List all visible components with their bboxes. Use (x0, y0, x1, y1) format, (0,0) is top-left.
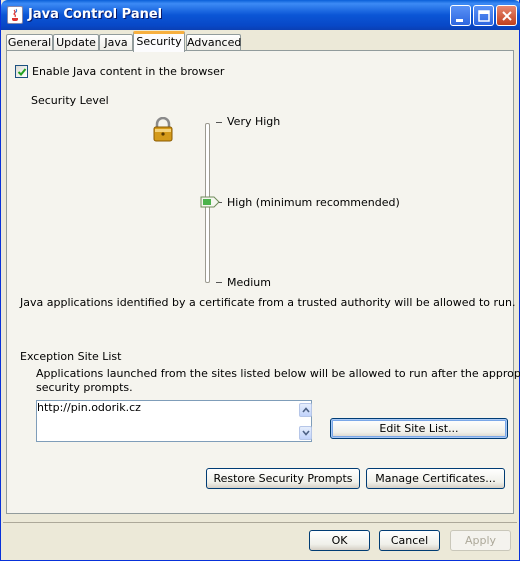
manage-certificates-button[interactable]: Manage Certificates... (366, 468, 505, 489)
footer-separator (3, 522, 517, 523)
exception-site-list-heading: Exception Site List (20, 350, 122, 363)
enable-java-checkbox[interactable] (15, 65, 28, 78)
tab-java[interactable]: Java (99, 34, 133, 51)
tab-advanced[interactable]: Advanced (186, 34, 241, 51)
tab-update[interactable]: Update (53, 34, 99, 51)
tab-security[interactable]: Security (133, 31, 185, 52)
java-control-panel-window: Java Control Panel General Update Java S… (0, 0, 520, 561)
padlock-icon (152, 116, 174, 145)
security-level-description: Java applications identified by a certif… (20, 296, 516, 309)
close-button[interactable] (496, 5, 517, 26)
list-item[interactable]: http://pin.odorik.cz (37, 401, 141, 414)
tick-very-high (216, 122, 222, 123)
restore-security-prompts-button[interactable]: Restore Security Prompts (206, 468, 360, 489)
security-level-thumb[interactable] (200, 196, 220, 208)
security-panel: Enable Java content in the browser Secur… (6, 50, 520, 514)
maximize-button[interactable] (473, 5, 494, 26)
level-very-high-label[interactable]: Very High (227, 115, 280, 128)
java-cup-icon (7, 6, 23, 24)
tick-medium (216, 282, 222, 283)
level-high-label[interactable]: High (minimum recommended) (227, 196, 400, 209)
tab-general[interactable]: General (6, 34, 53, 51)
security-level-heading: Security Level (31, 94, 109, 107)
title-bar[interactable]: Java Control Panel (1, 0, 520, 30)
exception-site-list[interactable]: http://pin.odorik.cz (36, 400, 312, 442)
ok-button[interactable]: OK (309, 530, 370, 551)
exception-description-line1: Applications launched from the sites lis… (36, 367, 520, 380)
apply-button[interactable]: Apply (450, 530, 511, 551)
window-title: Java Control Panel (28, 7, 163, 22)
edit-site-list-button[interactable]: Edit Site List... (330, 418, 508, 439)
exception-description-line2: security prompts. (36, 381, 133, 394)
minimize-button[interactable] (450, 5, 471, 26)
scroll-down-button[interactable] (299, 426, 312, 440)
cancel-button[interactable]: Cancel (379, 530, 440, 551)
scroll-up-button[interactable] (299, 403, 312, 417)
level-medium-label[interactable]: Medium (227, 276, 271, 289)
enable-java-label[interactable]: Enable Java content in the browser (32, 65, 224, 78)
